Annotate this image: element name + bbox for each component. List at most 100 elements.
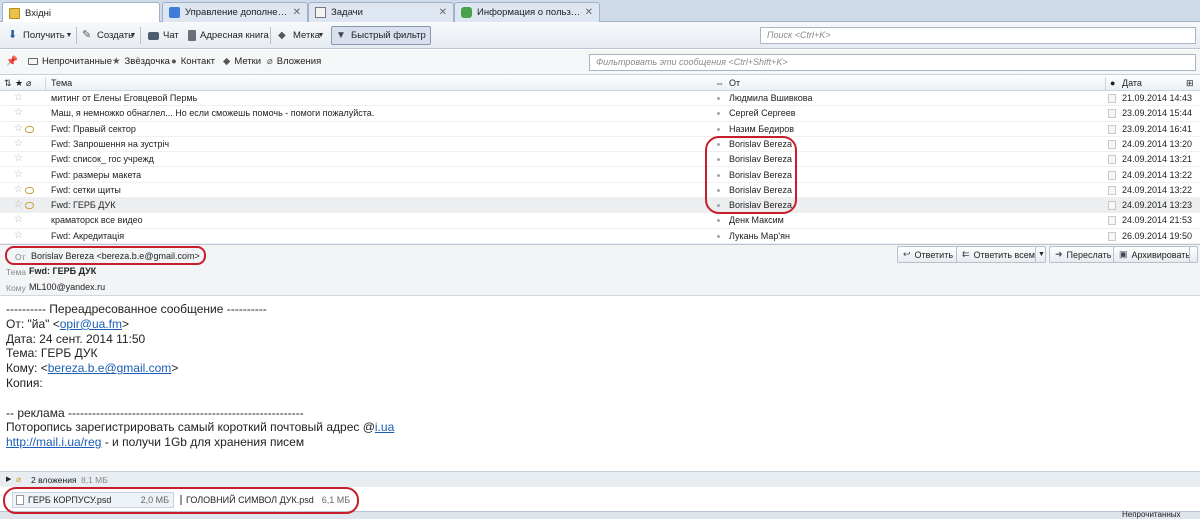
star-toggle-icon[interactable]: ☆ <box>14 138 23 149</box>
message-row[interactable]: ☆ Fwd: размеры макета Borislav Bereza 24.09… <box>0 168 1200 183</box>
from-value[interactable]: Borislav Bereza <bereza.b.e@gmail.com> <box>31 251 200 261</box>
address-book-button[interactable]: Адресная книга <box>184 26 273 45</box>
archive-box-icon: ▣ <box>1119 249 1128 259</box>
filter-unread[interactable]: Непрочитанные <box>28 56 112 67</box>
junk-status-icon[interactable] <box>1108 94 1116 103</box>
message-row[interactable]: ☆ краматорск все видео Денк Максим 24.09.20… <box>0 213 1200 229</box>
star-toggle-icon[interactable]: ☆ <box>14 107 23 118</box>
message-subject: Fwd: Правый сектор <box>51 123 136 134</box>
tag-dropdown[interactable]: ▼ <box>316 26 326 45</box>
close-icon[interactable]: ✕ <box>439 7 447 18</box>
star-toggle-icon[interactable]: ☆ <box>14 214 23 225</box>
star-toggle-icon[interactable]: ☆ <box>14 123 23 134</box>
junk-status-icon[interactable] <box>1108 139 1116 149</box>
junk-status-icon[interactable] <box>1108 216 1116 226</box>
contact-icon: ● <box>171 56 177 67</box>
attachment-item[interactable]: ГЕРБ КОРПУСУ.psd 2,0 МБ <box>12 492 174 508</box>
read-status-dot-icon[interactable] <box>717 173 720 177</box>
column-divider <box>45 77 46 90</box>
reply-button[interactable]: ↩ Ответить <box>897 246 960 263</box>
column-subject[interactable]: Тема <box>51 78 72 88</box>
column-picker-icon[interactable]: ⊞ <box>1186 78 1194 89</box>
filter-starred[interactable]: ★ Звёздочка <box>112 56 170 67</box>
tab-inbox[interactable]: Вхідні <box>2 2 160 23</box>
filter-messages-input[interactable]: Фильтровать эти сообщения <Ctrl+Shift+K> <box>589 54 1196 71</box>
attachment-column-icon[interactable]: ⌀ <box>26 78 31 89</box>
star-toggle-icon[interactable]: ☆ <box>14 230 23 241</box>
to-email-link[interactable]: bereza.b.e@gmail.com <box>48 361 172 375</box>
message-row[interactable]: ☆ Fwd: сетки щиты Borislav Bereza 24.09.201… <box>0 183 1200 199</box>
reply-all-dropdown[interactable]: ▼ <box>1035 246 1046 263</box>
date-column-icon[interactable]: ● <box>1110 78 1115 88</box>
star-toggle-icon[interactable]: ☆ <box>14 92 23 103</box>
create-dropdown[interactable]: ▼ <box>128 26 138 45</box>
thread-column-icon[interactable]: ⇅ <box>4 78 12 89</box>
read-status-dot-icon[interactable] <box>717 127 720 131</box>
read-status-dot-icon[interactable] <box>717 188 720 192</box>
to-value[interactable]: ML100@yandex.ru <box>29 282 105 292</box>
read-status-dot-icon[interactable] <box>717 204 720 208</box>
message-date: 24.09.2014 13:20 <box>1122 138 1193 149</box>
read-status-dot-icon[interactable] <box>717 142 720 146</box>
quick-filter-button[interactable]: ▼ Быстрый фильтр <box>331 26 431 45</box>
reply-all-button[interactable]: ⇇ Ответить всем <box>956 246 1041 263</box>
star-toggle-icon[interactable]: ☆ <box>14 184 23 195</box>
expand-arrow-icon[interactable]: ▶ <box>6 475 11 483</box>
chat-button[interactable]: Чат <box>144 26 183 45</box>
star-column-icon[interactable]: ★ <box>15 78 23 89</box>
junk-status-icon[interactable] <box>1108 155 1116 165</box>
close-icon[interactable]: ✕ <box>585 7 593 18</box>
junk-status-icon[interactable] <box>1108 231 1116 241</box>
archive-button[interactable]: ▣ Архивировать <box>1113 246 1197 263</box>
message-row[interactable]: ☆ митинг от Елены Еговцевой Пермь Людмила … <box>0 91 1200 107</box>
tag-icon: ◆ <box>223 56 231 67</box>
message-row[interactable]: ☆ Маш, я немножко обнаглел... Но если смо… <box>0 106 1200 122</box>
promo-link[interactable]: i.ua <box>375 420 394 434</box>
tab-tasks[interactable]: Задачи ✕ <box>308 2 454 22</box>
message-row[interactable]: ☆ Fwd: Запрошення на зустріч Borislav Bere… <box>0 137 1200 153</box>
forward-button[interactable]: ➜ Переслать <box>1049 246 1118 263</box>
read-status-column-icon[interactable]: ⇔ <box>715 78 724 88</box>
read-status-dot-icon[interactable] <box>717 158 720 162</box>
attachment-summary-bar[interactable]: ▶ ⌀ 2 вложения 8,1 МБ <box>0 471 1200 487</box>
attachment-item[interactable]: ГОЛОВНИЙ СИМВОЛ ДУК.psd 6,1 МБ <box>177 492 350 508</box>
read-status-dot-icon[interactable] <box>717 219 720 223</box>
reply-all-icon: ⇇ <box>962 249 970 259</box>
attachment-count: 2 вложения <box>31 475 77 485</box>
message-row[interactable]: ☆ Fwd: Правый сектор Назим Бедиров 23.09.20… <box>0 122 1200 137</box>
search-input[interactable]: Поиск <Ctrl+K> <box>760 27 1196 44</box>
get-mail-dropdown[interactable]: ▼ <box>64 26 74 45</box>
junk-status-icon[interactable] <box>1108 170 1116 180</box>
message-row[interactable]: ☆ Fwd: Акредитація Лукань Мар'ян 26.09.2014… <box>0 229 1200 244</box>
pencil-icon: ✎ <box>82 29 92 41</box>
filter-contact[interactable]: ● Контакт <box>171 56 215 67</box>
read-status-dot-icon[interactable] <box>717 234 720 238</box>
more-actions-button[interactable] <box>1189 246 1198 263</box>
junk-status-icon[interactable] <box>1108 124 1116 134</box>
close-icon[interactable]: ✕ <box>293 7 301 18</box>
message-row[interactable]: ☆ Fwd: список_ гос учрежд Borislav Bereza 2… <box>0 152 1200 168</box>
paperclip-icon: ⌀ <box>16 474 22 484</box>
reg-link[interactable]: http://mail.i.ua/reg <box>6 435 101 449</box>
message-date: 23.09.2014 15:44 <box>1122 108 1193 119</box>
star-toggle-icon[interactable]: ☆ <box>14 153 23 164</box>
tab-addons[interactable]: Управление дополнения… ✕ <box>162 2 308 22</box>
tab-user-info[interactable]: Информация о пользова… ✕ <box>454 2 600 22</box>
forwarded-divider: ---------- Переадресованное сообщение --… <box>6 302 267 316</box>
star-toggle-icon[interactable]: ☆ <box>14 199 23 210</box>
read-status-dot-icon[interactable] <box>717 112 720 116</box>
filter-tags[interactable]: ◆ Метки <box>223 56 261 67</box>
column-date[interactable]: Дата <box>1122 78 1142 88</box>
star-toggle-icon[interactable]: ☆ <box>14 169 23 180</box>
from-email-link[interactable]: opir@ua.fm <box>60 317 122 331</box>
junk-status-icon[interactable] <box>1108 185 1116 195</box>
message-row[interactable]: ☆ Fwd: ГЕРБ ДУК Borislav Bereza 24.09.2014 … <box>0 198 1200 214</box>
junk-status-icon[interactable] <box>1108 109 1116 119</box>
add-contact-star-icon[interactable]: ☆ <box>183 250 191 261</box>
read-status-dot-icon[interactable] <box>717 97 720 100</box>
junk-status-icon[interactable] <box>1108 201 1116 211</box>
get-mail-button[interactable]: ⬇ Получить <box>4 26 69 45</box>
column-from[interactable]: От <box>729 78 740 88</box>
filter-attachments[interactable]: ⌀ Вложения <box>267 56 321 67</box>
sticky-pin-icon[interactable]: 📌 <box>6 56 18 67</box>
